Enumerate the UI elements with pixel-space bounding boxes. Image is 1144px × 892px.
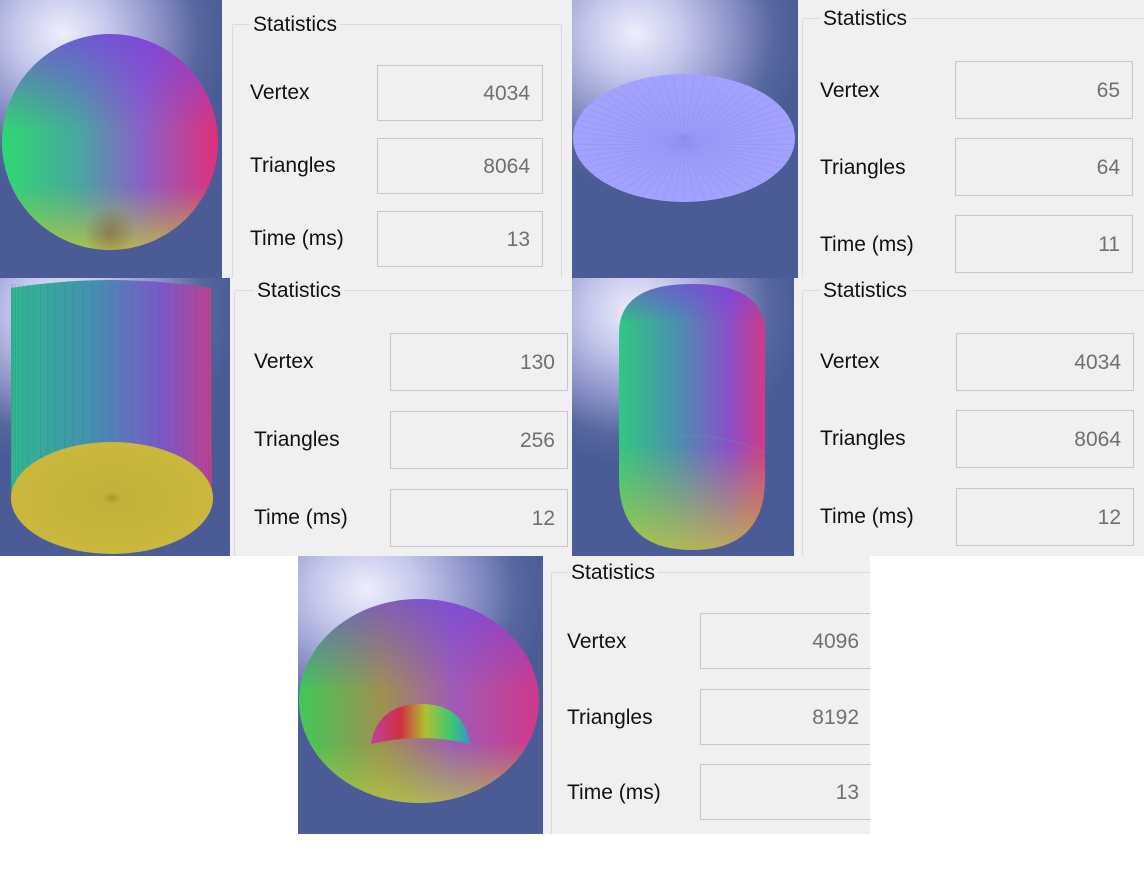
- vertex-value-field[interactable]: 4034: [956, 333, 1134, 391]
- triangles-label: Triangles: [820, 427, 906, 450]
- torus-render: [299, 599, 539, 803]
- time-label: Time (ms): [567, 781, 661, 804]
- time-value-field[interactable]: 12: [390, 489, 568, 547]
- capsule-panel: Statistics Vertex 4034 Triangles 8064 Ti…: [572, 278, 1144, 556]
- statistics-title: Statistics: [820, 279, 911, 303]
- statistics-title: Statistics: [250, 13, 341, 37]
- triangles-value-field[interactable]: 8064: [956, 410, 1134, 468]
- sphere-panel: Statistics Vertex 4034 Triangles 8064 Ti…: [0, 0, 572, 278]
- time-label: Time (ms): [250, 227, 344, 250]
- torus-stats: Statistics Vertex 4096 Triangles 8192 Ti…: [543, 556, 870, 834]
- time-value-field[interactable]: 12: [956, 488, 1134, 546]
- capsule-viewport[interactable]: [572, 278, 794, 556]
- statistics-title: Statistics: [820, 7, 911, 31]
- triangles-value-field[interactable]: 8192: [700, 689, 870, 745]
- cylinder-stats: Statistics Vertex 130 Triangles 256 Time…: [230, 278, 572, 556]
- time-value-field[interactable]: 11: [955, 215, 1133, 273]
- vertex-label: Vertex: [250, 81, 310, 104]
- vertex-value-field[interactable]: 130: [390, 333, 568, 391]
- capsule-stats: Statistics Vertex 4034 Triangles 8064 Ti…: [794, 278, 1144, 556]
- time-label: Time (ms): [820, 233, 914, 256]
- vertex-value-field[interactable]: 4034: [377, 65, 543, 121]
- vertex-label: Vertex: [820, 350, 880, 373]
- disk-panel: Statistics Vertex 65 Triangles 64 Time (…: [572, 0, 1144, 278]
- statistics-title: Statistics: [568, 561, 659, 585]
- triangles-label: Triangles: [567, 706, 653, 729]
- cylinder-render: [11, 280, 213, 554]
- capsule-render: [618, 284, 766, 550]
- torus-viewport[interactable]: [298, 556, 543, 834]
- triangles-label: Triangles: [254, 428, 340, 451]
- triangles-label: Triangles: [250, 154, 336, 177]
- vertex-label: Vertex: [567, 630, 627, 653]
- sphere-viewport[interactable]: [0, 0, 222, 278]
- disk-stats: Statistics Vertex 65 Triangles 64 Time (…: [798, 0, 1144, 278]
- time-label: Time (ms): [820, 505, 914, 528]
- cylinder-panel: Statistics Vertex 130 Triangles 256 Time…: [0, 278, 572, 556]
- disk-viewport[interactable]: [572, 0, 798, 278]
- torus-panel: Statistics Vertex 4096 Triangles 8192 Ti…: [298, 556, 870, 834]
- time-value-field[interactable]: 13: [700, 764, 870, 820]
- disk-render: [572, 74, 796, 202]
- sphere-render: [2, 34, 218, 250]
- triangles-value-field[interactable]: 8064: [377, 138, 543, 194]
- triangles-label: Triangles: [820, 156, 906, 179]
- triangles-value-field[interactable]: 256: [390, 411, 568, 469]
- time-value-field[interactable]: 13: [377, 211, 543, 267]
- cylinder-viewport[interactable]: [0, 278, 230, 556]
- vertex-value-field[interactable]: 4096: [700, 613, 870, 669]
- vertex-label: Vertex: [254, 350, 314, 373]
- triangles-value-field[interactable]: 64: [955, 138, 1133, 196]
- vertex-value-field[interactable]: 65: [955, 61, 1133, 119]
- time-label: Time (ms): [254, 506, 348, 529]
- statistics-title: Statistics: [254, 279, 345, 303]
- sphere-stats: Statistics Vertex 4034 Triangles 8064 Ti…: [222, 0, 572, 278]
- vertex-label: Vertex: [820, 79, 880, 102]
